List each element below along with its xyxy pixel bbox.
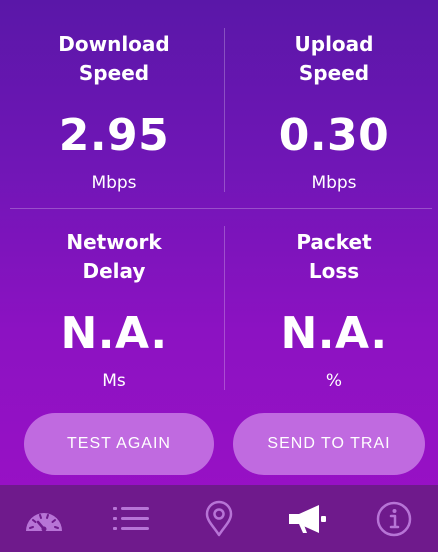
horizontal-divider [10,208,432,209]
download-speed-unit: Mbps [91,173,137,193]
bottom-navigation-bar [0,485,438,552]
packet-loss-unit: % [325,371,343,391]
download-speed-value: 2.95 [58,110,170,161]
download-speed-label: Download Speed [58,32,170,85]
megaphone-icon [288,504,326,533]
network-delay-card: Network Delay N.A. Ms [4,228,224,392]
list-icon [113,506,150,530]
test-again-button[interactable]: TEST AGAIN [24,413,214,475]
results-grid: Download Speed 2.95 Mbps Upload Speed 0.… [0,0,438,400]
speedometer-icon [25,512,62,531]
download-speed-card: Download Speed 2.95 Mbps [4,30,224,194]
packet-loss-label: Packet Loss [296,230,372,283]
nav-item-info[interactable] [350,485,438,552]
upload-speed-value: 0.30 [278,110,390,161]
nav-item-complaint[interactable] [263,485,351,552]
nav-item-speed-test[interactable] [0,485,88,552]
packet-loss-card: Packet Loss N.A. % [224,228,438,392]
network-delay-label: Network Delay [66,230,162,283]
info-icon [376,501,412,536]
send-to-trai-button[interactable]: SEND TO TRAI [233,413,425,475]
upload-speed-label: Upload Speed [294,32,374,85]
nav-item-map[interactable] [175,485,263,552]
nav-item-history[interactable] [88,485,176,552]
upload-speed-unit: Mbps [311,173,357,193]
upload-speed-card: Upload Speed 0.30 Mbps [224,30,438,194]
location-pin-icon [205,500,233,536]
network-delay-unit: Ms [102,371,126,391]
packet-loss-value: N.A. [280,308,388,359]
speed-test-results-screen: Download Speed 2.95 Mbps Upload Speed 0.… [0,0,438,552]
network-delay-value: N.A. [60,308,168,359]
